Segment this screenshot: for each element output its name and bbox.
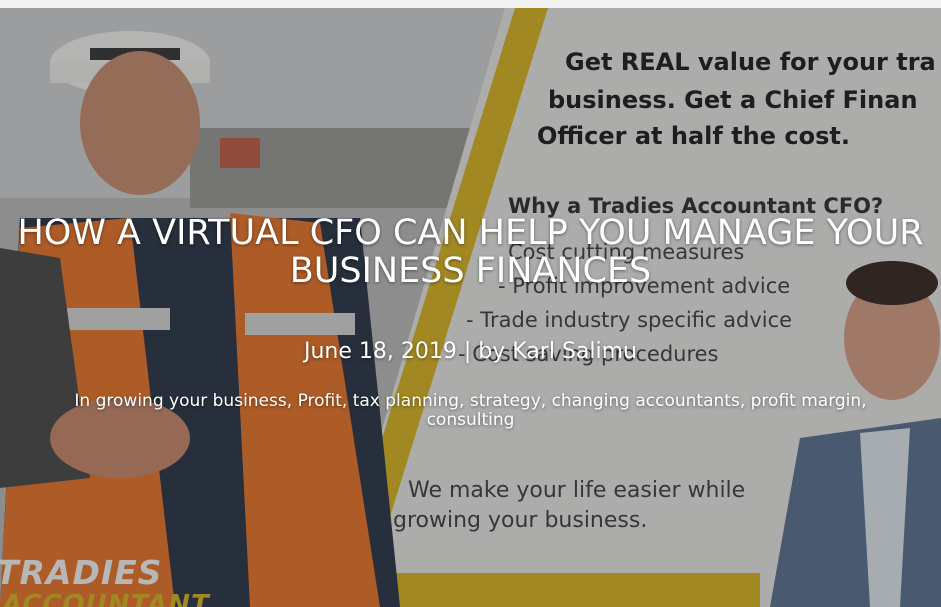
category-link-changing-accountants[interactable]: changing accountants — [552, 391, 740, 411]
post-meta: June 18, 2019 | by Karl Salimu — [0, 339, 941, 364]
meta-separator: | — [456, 339, 479, 364]
category-link-profit[interactable]: Profit — [298, 391, 342, 411]
category-link-consulting[interactable]: consulting — [427, 410, 515, 430]
categories-prefix: In — [74, 391, 96, 411]
hero-overlay — [0, 8, 941, 607]
post-title: HOW A VIRTUAL CFO CAN HELP YOU MANAGE YO… — [17, 213, 924, 291]
category-link-profit-margin[interactable]: profit margin — [751, 391, 862, 411]
category-link-strategy[interactable]: strategy — [470, 391, 541, 411]
by-prefix: by — [478, 339, 513, 364]
post-date: June 18, 2019 — [304, 339, 457, 364]
category-link-tax-planning[interactable]: tax planning — [353, 391, 459, 411]
top-strip — [0, 0, 941, 8]
category-link-growing-your-business[interactable]: growing your business — [96, 391, 287, 411]
post-categories: In growing your business, Profit, tax pl… — [74, 391, 867, 430]
post-hero: Get REAL value for your tra business. Ge… — [0, 8, 941, 607]
author-link[interactable]: Karl Salimu — [512, 339, 637, 364]
